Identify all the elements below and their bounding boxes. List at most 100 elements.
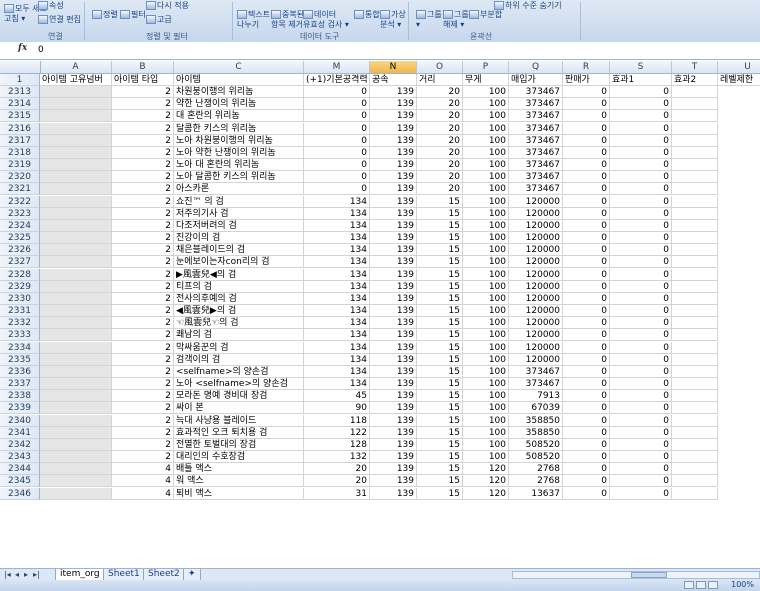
- cell-c[interactable]: 차원붕이행의 위리놈: [174, 86, 304, 98]
- cell-p[interactable]: 100: [463, 183, 509, 196]
- cell-a[interactable]: [40, 317, 112, 330]
- cell-b[interactable]: 2: [112, 183, 174, 196]
- cell-m[interactable]: 45: [304, 390, 370, 403]
- cell-q[interactable]: 373467: [509, 122, 563, 135]
- cell-b[interactable]: 4: [112, 475, 174, 488]
- cell-s[interactable]: 0: [610, 171, 672, 184]
- cell-t[interactable]: [672, 390, 718, 403]
- cell-o[interactable]: 20: [417, 122, 463, 135]
- cell-b[interactable]: 2: [112, 438, 174, 451]
- cell-r[interactable]: 0: [563, 159, 610, 172]
- select-all-corner[interactable]: [0, 61, 41, 73]
- cell-p[interactable]: 100: [463, 378, 509, 391]
- cell-r[interactable]: 0: [563, 451, 610, 464]
- cell-c[interactable]: 효과적인 오크 퇴치용 검: [174, 426, 304, 439]
- cell-q[interactable]: 373467: [509, 98, 563, 111]
- cell-r[interactable]: 0: [563, 207, 610, 220]
- cell-b[interactable]: 2: [112, 353, 174, 366]
- cell-t[interactable]: [672, 341, 718, 354]
- cell-a[interactable]: [40, 110, 112, 123]
- cell-b[interactable]: 2: [112, 390, 174, 403]
- cell-m[interactable]: 0: [304, 159, 370, 172]
- cell-t[interactable]: [672, 171, 718, 184]
- cell-n[interactable]: 139: [370, 122, 417, 135]
- cell-a[interactable]: [40, 329, 112, 342]
- horizontal-scrollbar[interactable]: [512, 571, 760, 579]
- cell-q[interactable]: 373467: [509, 159, 563, 172]
- cell-r[interactable]: 0: [563, 268, 610, 281]
- cell-b[interactable]: 2: [112, 317, 174, 330]
- cell-c[interactable]: 대 혼란의 위리놈: [174, 110, 304, 123]
- cell-t[interactable]: [672, 122, 718, 135]
- cell-p[interactable]: 100: [463, 256, 509, 269]
- cell-t[interactable]: [672, 256, 718, 269]
- page-layout-view-icon[interactable]: [696, 581, 706, 589]
- cell-u[interactable]: 레벨제한: [718, 74, 760, 86]
- cell-a[interactable]: [40, 195, 112, 208]
- cell-q[interactable]: 508520: [509, 438, 563, 451]
- cell-n[interactable]: 139: [370, 451, 417, 464]
- cell-b[interactable]: 2: [112, 219, 174, 232]
- cell-t[interactable]: [672, 414, 718, 427]
- cell-q[interactable]: 120000: [509, 207, 563, 220]
- cell-q[interactable]: 120000: [509, 219, 563, 232]
- cell-r[interactable]: 0: [563, 475, 610, 488]
- cell-s[interactable]: 0: [610, 110, 672, 123]
- row-header[interactable]: 2324: [0, 219, 40, 232]
- row-header[interactable]: 2339: [0, 402, 40, 415]
- cell-b[interactable]: 2: [112, 207, 174, 220]
- row-header[interactable]: 2320: [0, 171, 40, 184]
- cell-r[interactable]: 0: [563, 414, 610, 427]
- cell-p[interactable]: 100: [463, 365, 509, 378]
- row-header[interactable]: 2334: [0, 341, 40, 354]
- cell-q[interactable]: 373467: [509, 183, 563, 196]
- cell-m[interactable]: 134: [304, 268, 370, 281]
- cell-o[interactable]: 15: [417, 280, 463, 293]
- cell-o[interactable]: 15: [417, 305, 463, 318]
- cell-s[interactable]: 0: [610, 207, 672, 220]
- cell-c[interactable]: 노아 대 혼란의 위리놈: [174, 159, 304, 172]
- sort-button[interactable]: 정렬: [92, 10, 118, 20]
- cell-m[interactable]: 0: [304, 122, 370, 135]
- cell-p[interactable]: 100: [463, 402, 509, 415]
- cell-n[interactable]: 139: [370, 171, 417, 184]
- row-header[interactable]: 2338: [0, 390, 40, 403]
- column-header-s[interactable]: S: [610, 61, 672, 73]
- cell-c[interactable]: 다조저버려의 검: [174, 219, 304, 232]
- cell-o[interactable]: 15: [417, 390, 463, 403]
- cell-s[interactable]: 0: [610, 353, 672, 366]
- cell-n[interactable]: 139: [370, 487, 417, 500]
- cell-q[interactable]: 120000: [509, 256, 563, 269]
- cell-n[interactable]: 139: [370, 463, 417, 476]
- cell-b[interactable]: 2: [112, 280, 174, 293]
- cell-q[interactable]: 120000: [509, 329, 563, 342]
- cell-t[interactable]: [672, 353, 718, 366]
- cell-m[interactable]: 134: [304, 341, 370, 354]
- cell-s[interactable]: 효과1: [610, 74, 672, 86]
- cell-t[interactable]: [672, 159, 718, 172]
- cell-r[interactable]: 0: [563, 292, 610, 305]
- cell-n[interactable]: 139: [370, 134, 417, 147]
- cell-a[interactable]: [40, 86, 112, 98]
- cell-b[interactable]: 2: [112, 232, 174, 245]
- cell-t[interactable]: [672, 134, 718, 147]
- cell-n[interactable]: 139: [370, 268, 417, 281]
- cell-c[interactable]: 대리인의 수호장검: [174, 451, 304, 464]
- cell-n[interactable]: 139: [370, 329, 417, 342]
- cell-o[interactable]: 15: [417, 244, 463, 257]
- column-header-o[interactable]: O: [417, 61, 463, 73]
- cell-o[interactable]: 15: [417, 438, 463, 451]
- cell-a[interactable]: [40, 280, 112, 293]
- cell-s[interactable]: 0: [610, 378, 672, 391]
- edit-links-button[interactable]: 연결 편집: [38, 15, 81, 25]
- row-header[interactable]: 2330: [0, 292, 40, 305]
- cell-m[interactable]: 0: [304, 98, 370, 111]
- row-header[interactable]: 2333: [0, 329, 40, 342]
- cell-s[interactable]: 0: [610, 341, 672, 354]
- cell-o[interactable]: 15: [417, 426, 463, 439]
- cell-o[interactable]: 15: [417, 353, 463, 366]
- cell-r[interactable]: 0: [563, 122, 610, 135]
- cell-s[interactable]: 0: [610, 451, 672, 464]
- cell-q[interactable]: 120000: [509, 292, 563, 305]
- cell-m[interactable]: 132: [304, 451, 370, 464]
